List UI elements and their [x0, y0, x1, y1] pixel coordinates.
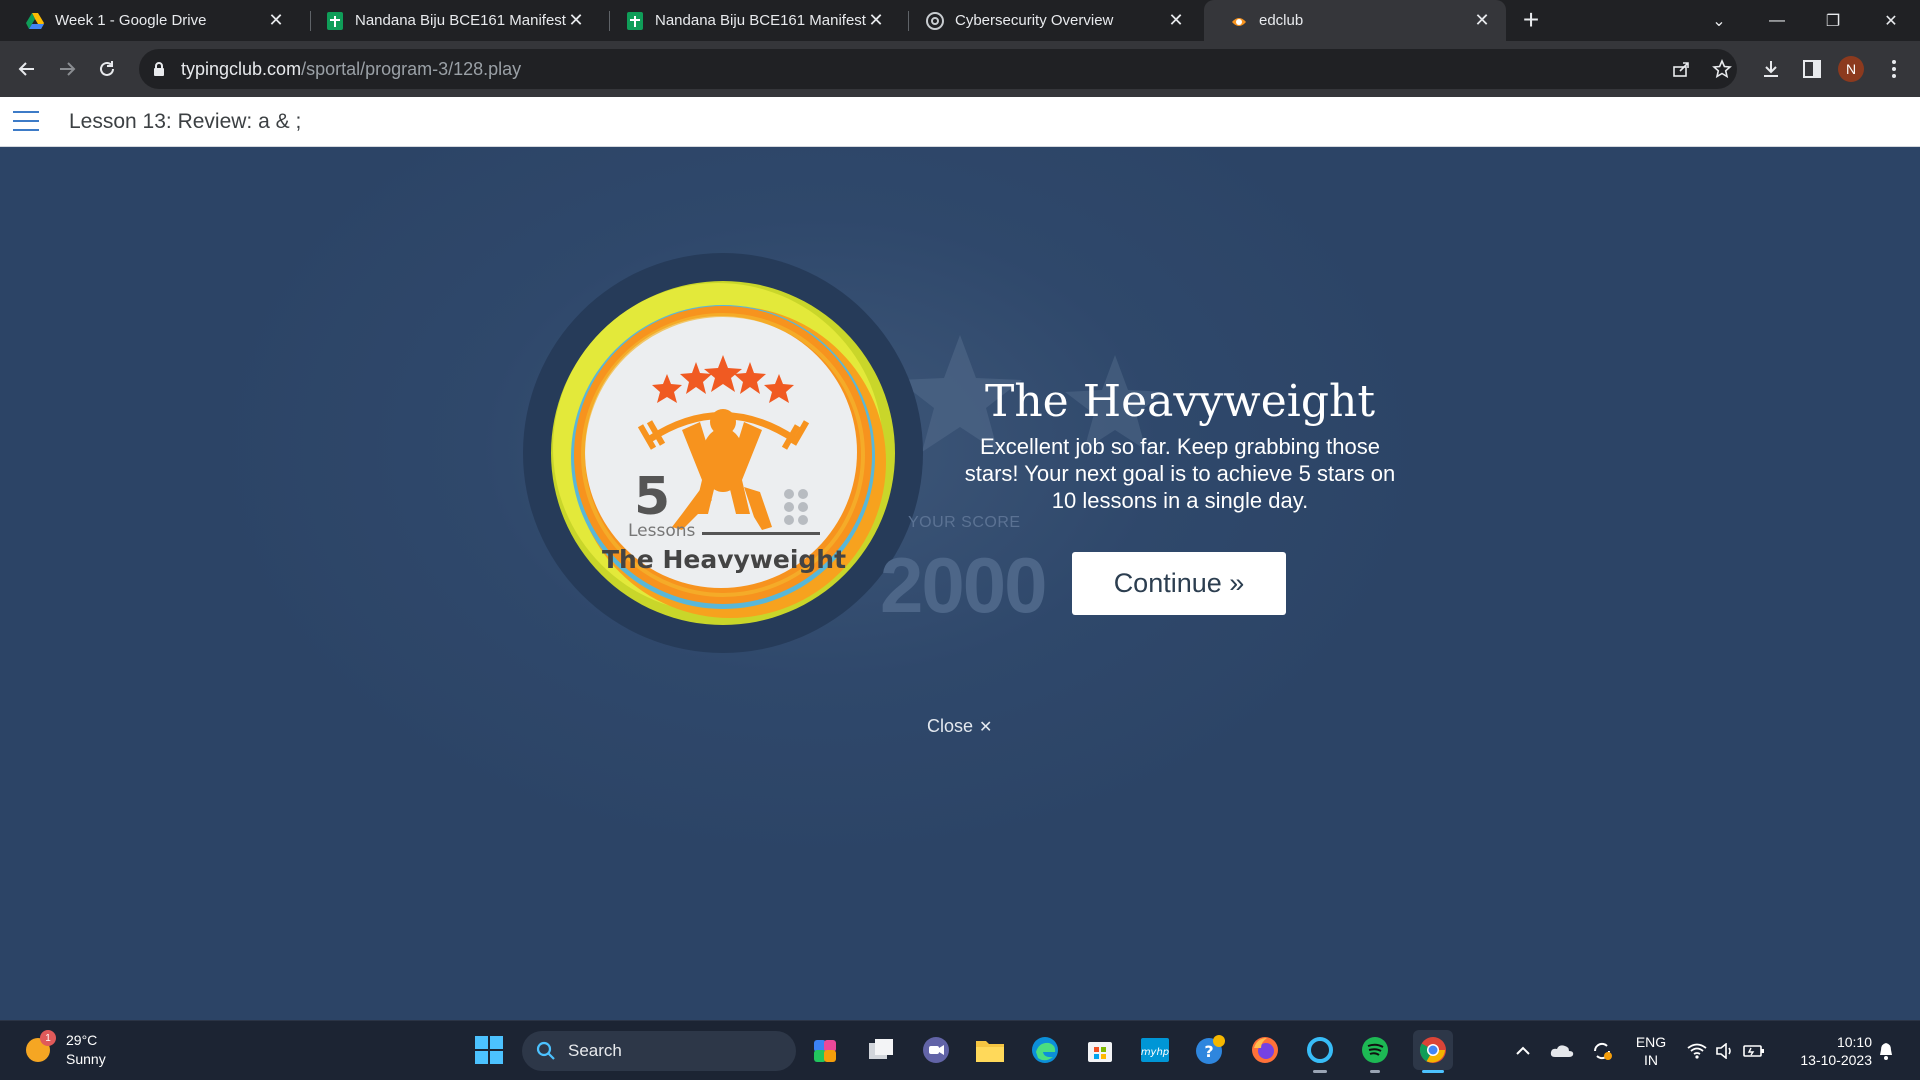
- reload-icon[interactable]: [93, 55, 121, 83]
- close-button[interactable]: Close ✕: [927, 716, 992, 737]
- task-view-icon[interactable]: [864, 1033, 898, 1067]
- edclub-icon: [1230, 12, 1248, 30]
- show-hidden-icons-icon[interactable]: [1512, 1021, 1534, 1080]
- tab-edclub[interactable]: edclub ✕: [1204, 0, 1506, 41]
- score-label: YOUR SCORE: [908, 514, 1021, 531]
- badge-unit: Lessons: [628, 521, 696, 541]
- windows-taskbar: 1 29°C Sunny Search myhp ? ENG IN 10:10 …: [0, 1020, 1920, 1080]
- svg-text:?: ?: [1204, 1042, 1213, 1061]
- close-tab-icon[interactable]: ✕: [266, 10, 286, 31]
- share-icon[interactable]: [1667, 55, 1695, 83]
- lesson-title: Lesson 13: Review: a & ;: [69, 110, 302, 133]
- lesson-header: Lesson 13: Review: a & ;: [0, 97, 1920, 147]
- lang-line1: ENG: [1635, 1034, 1667, 1050]
- close-label: Close: [927, 716, 974, 736]
- windows-start-icon[interactable]: [472, 1033, 506, 1067]
- tab-search-icon[interactable]: ⌄: [1694, 0, 1744, 41]
- hamburger-menu-icon[interactable]: [13, 111, 39, 131]
- get-help-icon[interactable]: ?: [1193, 1033, 1227, 1067]
- lang-line2: IN: [1644, 1052, 1658, 1068]
- tab-cybersecurity[interactable]: Cybersecurity Overview ✕: [900, 0, 1200, 41]
- firefox-icon[interactable]: [1248, 1033, 1282, 1067]
- tab-sheets-2[interactable]: Nandana Biju BCE161 Manifest F ✕: [600, 0, 900, 41]
- microsoft-store-icon[interactable]: [1083, 1033, 1117, 1067]
- notification-badge: 1: [40, 1030, 56, 1046]
- cortana-icon[interactable]: [1303, 1033, 1337, 1067]
- sun-icon: 1: [26, 1030, 56, 1062]
- language-indicator[interactable]: ENG IN: [1631, 1033, 1671, 1069]
- url-text: typingclub.com/sportal/program-3/128.pla…: [181, 59, 521, 80]
- chatgpt-icon: [926, 11, 944, 30]
- forward-icon[interactable]: [53, 55, 81, 83]
- close-tab-icon[interactable]: ✕: [1166, 10, 1186, 31]
- spotify-icon[interactable]: [1358, 1033, 1392, 1067]
- svg-text:myhp: myhp: [1141, 1047, 1169, 1058]
- new-tab-button[interactable]: +: [1518, 6, 1544, 34]
- onedrive-icon[interactable]: [1548, 1021, 1576, 1080]
- weather-desc: Sunny: [66, 1051, 106, 1067]
- teams-meet-icon[interactable]: [919, 1033, 953, 1067]
- close-window-icon[interactable]: ✕: [1866, 0, 1916, 41]
- notifications-bell-icon[interactable]: [1872, 1021, 1900, 1080]
- google-sheets-icon: [626, 11, 644, 30]
- address-bar[interactable]: typingclub.com/sportal/program-3/128.pla…: [139, 49, 1737, 89]
- search-label: Search: [568, 1041, 622, 1060]
- tab-title: Nandana Biju BCE161 Manifest F: [355, 12, 566, 29]
- url-domain: typingclub.com: [181, 58, 302, 79]
- clock-date: 13-10-2023: [1800, 1052, 1872, 1068]
- close-icon: ✕: [979, 718, 993, 736]
- minimize-icon[interactable]: —: [1752, 0, 1802, 41]
- lock-icon: [151, 61, 167, 77]
- tab-title: Cybersecurity Overview: [955, 12, 1114, 29]
- weather-widget[interactable]: 1 29°C Sunny: [26, 1030, 106, 1069]
- score-value: 2000: [880, 541, 1048, 629]
- browser-toolbar: typingclub.com/sportal/program-3/128.pla…: [0, 41, 1920, 97]
- copilot-icon[interactable]: [809, 1033, 843, 1067]
- tab-sheets-1[interactable]: Nandana Biju BCE161 Manifest F ✕: [300, 0, 600, 41]
- restore-icon[interactable]: ❐: [1808, 0, 1858, 41]
- tab-google-drive[interactable]: Week 1 - Google Drive ✕: [0, 0, 300, 41]
- weather-temp: 29°C: [66, 1032, 98, 1048]
- file-explorer-icon[interactable]: [973, 1033, 1007, 1067]
- continue-button[interactable]: Continue »: [1072, 552, 1286, 615]
- achievement-title: The Heavyweight: [984, 376, 1376, 427]
- myhp-icon[interactable]: myhp: [1138, 1033, 1172, 1067]
- close-tab-icon[interactable]: ✕: [1472, 10, 1492, 31]
- battery-icon[interactable]: [1740, 1021, 1768, 1080]
- wifi-icon[interactable]: [1684, 1021, 1710, 1080]
- bookmark-star-icon[interactable]: [1708, 55, 1736, 83]
- back-icon[interactable]: [13, 55, 41, 83]
- side-panel-icon[interactable]: [1798, 55, 1826, 83]
- volume-icon[interactable]: [1712, 1021, 1738, 1080]
- browser-tab-strip: Week 1 - Google Drive ✕ Nandana Biju BCE…: [0, 0, 1920, 41]
- download-icon[interactable]: [1757, 55, 1785, 83]
- chrome-icon[interactable]: [1413, 1030, 1453, 1070]
- tab-title: edclub: [1259, 12, 1304, 29]
- url-path: /sportal/program-3/128.play: [301, 58, 522, 79]
- close-tab-icon[interactable]: ✕: [566, 10, 586, 31]
- heavyweight-badge-icon: 5 Lessons The Heavyweight: [523, 253, 923, 653]
- tab-title: Nandana Biju BCE161 Manifest F: [655, 12, 866, 29]
- google-sheets-icon: [326, 11, 344, 30]
- achievement-message: Excellent job so far. Keep grabbing thos…: [964, 434, 1396, 513]
- achievement-badge: 5 Lessons The Heavyweight: [522, 252, 924, 654]
- tab-title: Week 1 - Google Drive: [55, 12, 207, 29]
- badge-name: The Heavyweight: [602, 545, 846, 574]
- system-clock[interactable]: 10:10 13-10-2023: [1782, 1033, 1872, 1069]
- close-tab-icon[interactable]: ✕: [866, 10, 886, 31]
- active-indicator: [1422, 1070, 1444, 1073]
- google-drive-icon: [26, 12, 44, 30]
- menu-kebab-icon[interactable]: [1880, 55, 1908, 83]
- edge-icon[interactable]: [1028, 1033, 1062, 1067]
- profile-avatar[interactable]: N: [1838, 56, 1864, 82]
- search-icon: [536, 1041, 556, 1061]
- clock-time: 10:10: [1836, 1034, 1872, 1050]
- sync-icon[interactable]: [1588, 1021, 1616, 1080]
- running-indicator: [1313, 1070, 1327, 1073]
- taskbar-search[interactable]: Search: [522, 1031, 796, 1071]
- badge-count: 5: [634, 467, 670, 527]
- running-indicator: [1370, 1070, 1380, 1073]
